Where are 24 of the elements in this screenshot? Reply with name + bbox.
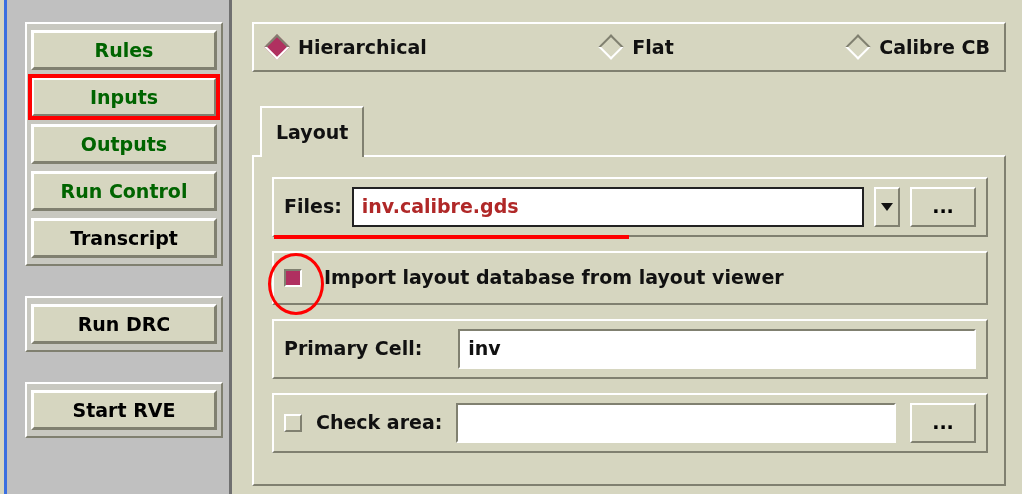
radio-label: Calibre CB	[879, 34, 990, 60]
caret-icon	[881, 202, 893, 211]
tab[interactable]: Layout	[260, 106, 365, 157]
input-field[interactable]: inv	[458, 328, 976, 369]
checkbox-label: Check area:	[316, 410, 443, 436]
checkbox-label: Import layout database from layout viewer	[324, 265, 784, 291]
field-label: Files:	[284, 194, 342, 220]
nav-button[interactable]: Inputs	[31, 77, 217, 117]
dropdown-button[interactable]	[874, 186, 900, 227]
browse-button[interactable]: ...	[910, 402, 976, 443]
nav-button[interactable]: Run Control	[31, 171, 217, 211]
radio-label: Flat	[632, 34, 674, 60]
nav-button[interactable]: Outputs	[31, 124, 217, 164]
input-field[interactable]	[456, 402, 896, 443]
nav-button[interactable]: Transcript	[31, 218, 217, 258]
annotation-circle	[268, 252, 324, 315]
nav-button[interactable]: Rules	[31, 30, 217, 70]
browse-button[interactable]: ...	[910, 186, 976, 227]
nav-button[interactable]: Run DRC	[31, 304, 217, 344]
checkbox[interactable]	[284, 268, 302, 287]
input-field[interactable]: inv.calibre.gds	[351, 186, 864, 227]
nav-button[interactable]: Start RVE	[31, 390, 217, 430]
radio-label: Hierarchical	[298, 34, 427, 60]
field-label: Primary Cell:	[284, 336, 423, 362]
